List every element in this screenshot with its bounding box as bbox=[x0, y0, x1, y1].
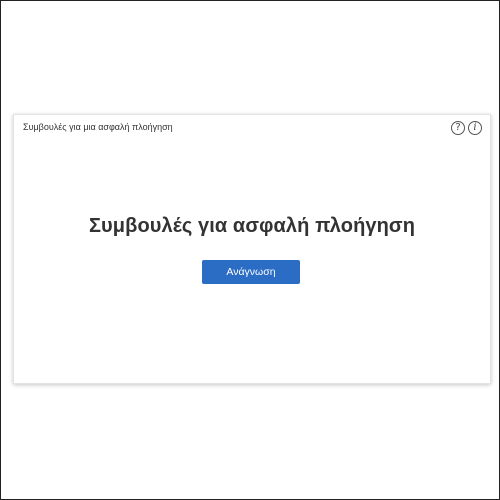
read-button[interactable]: Ανάγνωση bbox=[202, 260, 300, 284]
screenshot-frame: Συμβουλές για μια ασφαλή πλοήγηση ? i Συ… bbox=[0, 0, 500, 500]
help-icon[interactable]: ? bbox=[451, 121, 465, 135]
card-header-title: Συμβουλές για μια ασφαλή πλοήγηση bbox=[23, 122, 173, 132]
info-icon[interactable]: i bbox=[468, 121, 482, 135]
card-header-icons: ? i bbox=[451, 121, 482, 135]
tips-card: Συμβουλές για μια ασφαλή πλοήγηση ? i Συ… bbox=[13, 114, 491, 384]
main-heading: Συμβουλές για ασφαλή πλοήγηση bbox=[88, 215, 416, 237]
